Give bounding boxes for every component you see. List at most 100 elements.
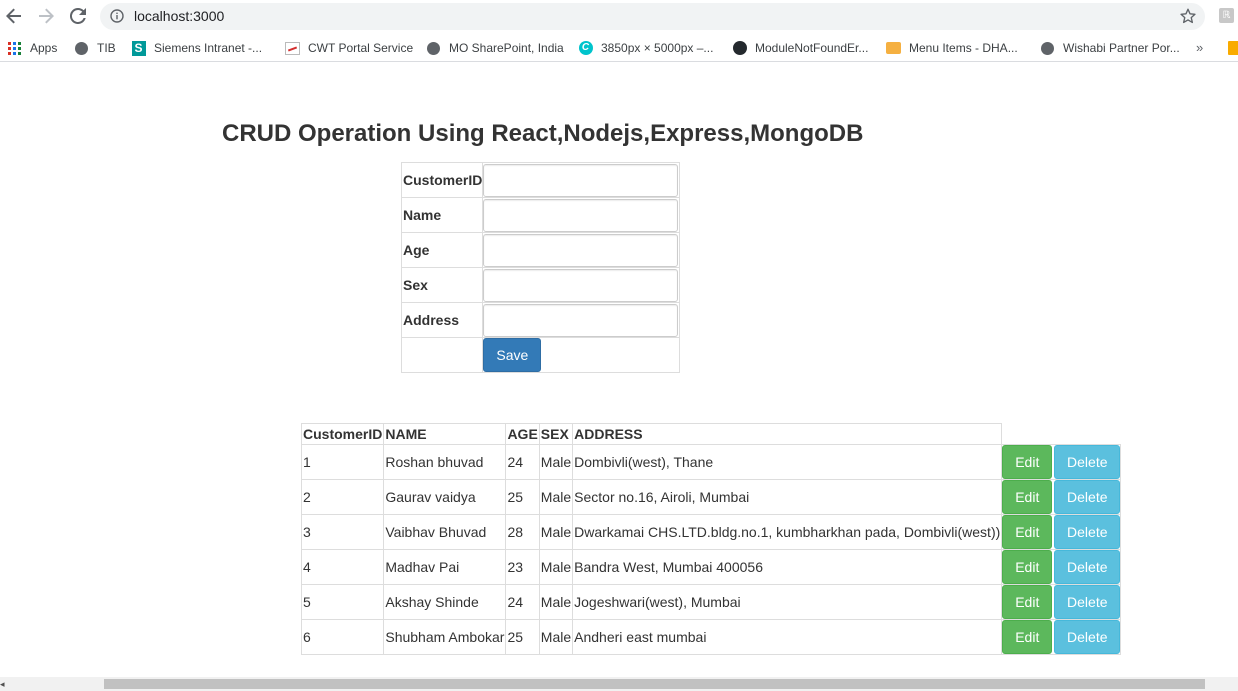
form-row-age: Age [400,232,680,268]
menu-icon [886,41,901,56]
globe-icon [1040,41,1055,56]
bookmark-label: CWT Portal Service [308,41,414,55]
name-label: Name [400,197,484,233]
sex-input[interactable] [483,268,679,302]
address-label: Address [400,302,484,338]
name-input[interactable] [483,198,679,232]
delete-button[interactable]: Delete [1054,620,1121,654]
customers-table: CustomerID NAME AGE SEX ADDRESS 1 Roshan… [300,423,1122,655]
header-name: NAME [383,423,507,445]
cell-name: Roshan bhuvad [383,444,507,480]
delete-button[interactable]: Delete [1054,515,1121,549]
scroll-left-icon[interactable]: ◂ [0,679,5,690]
globe-icon [74,41,89,56]
cwt-icon [285,41,300,56]
cell-id: 1 [300,444,385,480]
sex-label: Sex [400,267,484,303]
siemens-s-icon: S [131,40,146,56]
bookmark-label: Apps [30,41,58,55]
cell-address: Bandra West, Mumbai 400056 [572,549,1003,585]
table-row: 6 Shubham Ambokar 25 Male Andheri east m… [300,619,1122,655]
delete-button[interactable]: Delete [1054,550,1121,584]
forward-arrow-icon[interactable] [35,5,57,27]
form-row-sex: Sex [400,267,680,303]
browser-toolbar: localhost:3000 ℝ [0,0,1238,33]
bookmarks-bar: Apps TIB S Siemens Intranet -... CWT Por… [0,33,1238,62]
form-row-customerid: CustomerID [400,162,680,198]
cell-age: 24 [505,584,540,620]
address-input[interactable] [483,303,679,337]
bookmark-canva[interactable]: C 3850px × 5000px –... [578,39,713,57]
bookmarks-overflow-button[interactable]: » [1196,40,1203,55]
cell-address: Dwarkamai CHS.LTD.bldg.no.1, kumbharkhan… [572,514,1003,550]
cell-age: 25 [505,479,540,515]
address-bar[interactable]: localhost:3000 [100,3,1205,30]
delete-button[interactable]: Delete [1054,585,1121,619]
form-row-address: Address [400,302,680,338]
age-label: Age [400,232,484,268]
cell-sex: Male [538,584,574,620]
bookmark-label: TIB [97,41,116,55]
bookmark-label: MO SharePoint, India [449,41,564,55]
url-text[interactable]: localhost:3000 [134,8,224,24]
age-input[interactable] [483,233,679,267]
scrollbar-thumb[interactable] [104,679,1205,689]
cell-sex: Male [538,514,574,550]
cell-age: 23 [505,549,540,585]
canva-icon: C [578,41,593,56]
edit-button[interactable]: Edit [1002,550,1053,584]
customerid-input[interactable] [483,163,679,197]
cell-sex: Male [538,479,574,515]
bookmark-tib[interactable]: TIB [74,39,116,57]
header-customerid: CustomerID [300,423,385,445]
bookmark-wishabi[interactable]: Wishabi Partner Por... [1040,39,1180,57]
edit-button[interactable]: Edit [1002,585,1053,619]
horizontal-scrollbar[interactable]: ◂ [0,677,1238,691]
apps-grid-icon [7,41,22,56]
customer-form: CustomerID Name Age Sex Address Save [400,162,680,373]
github-icon [732,41,747,56]
bookmark-menu-items[interactable]: Menu Items - DHA... [886,39,1018,57]
cell-id: 2 [300,479,385,515]
back-arrow-icon[interactable] [3,5,25,27]
table-row: 5 Akshay Shinde 24 Male Jogeshwari(west)… [300,584,1122,620]
delete-button[interactable]: Delete [1054,480,1121,514]
form-row-actions: Save [400,337,680,373]
info-icon[interactable] [110,9,124,28]
edit-button[interactable]: Edit [1002,620,1053,654]
form-row-name: Name [400,197,680,233]
bookmark-modulenotfound[interactable]: ModuleNotFoundEr... [732,39,868,57]
cell-id: 5 [300,584,385,620]
reload-icon[interactable] [67,5,89,27]
table-row: 3 Vaibhav Bhuvad 28 Male Dwarkamai CHS.L… [300,514,1122,550]
cell-id: 6 [300,619,385,655]
cell-name: Shubham Ambokar [383,619,507,655]
bookmark-label: Siemens Intranet -... [154,41,263,55]
cell-id: 4 [300,549,385,585]
edit-button[interactable]: Edit [1002,480,1053,514]
bookmark-label: ModuleNotFoundEr... [755,41,869,55]
cell-sex: Male [538,444,574,480]
save-button[interactable]: Save [483,338,542,372]
bookmark-label: Menu Items - DHA... [909,41,1018,55]
cell-name: Gaurav vaidya [383,479,507,515]
table-row: 4 Madhav Pai 23 Male Bandra West, Mumbai… [300,549,1122,585]
edit-button[interactable]: Edit [1002,515,1053,549]
header-age: AGE [505,423,540,445]
edit-button[interactable]: Edit [1002,445,1053,479]
delete-button[interactable]: Delete [1054,445,1121,479]
bookmark-siemens-intranet[interactable]: S Siemens Intranet -... [131,39,262,57]
header-address: ADDRESS [572,423,1003,445]
bookmark-cwt-portal[interactable]: CWT Portal Service [285,39,413,57]
cell-age: 28 [505,514,540,550]
table-row: 2 Gaurav vaidya 25 Male Sector no.16, Ai… [300,479,1122,515]
extension-icon[interactable]: ℝ [1219,8,1234,23]
cell-sex: Male [538,549,574,585]
folder-icon[interactable] [1228,41,1238,55]
cell-sex: Male [538,619,574,655]
bookmark-apps[interactable]: Apps [7,39,57,57]
bookmark-mo-sharepoint[interactable]: MO SharePoint, India [426,39,564,57]
cell-name: Madhav Pai [383,549,507,585]
cell-id: 3 [300,514,385,550]
bookmark-star-icon[interactable] [1179,7,1197,30]
